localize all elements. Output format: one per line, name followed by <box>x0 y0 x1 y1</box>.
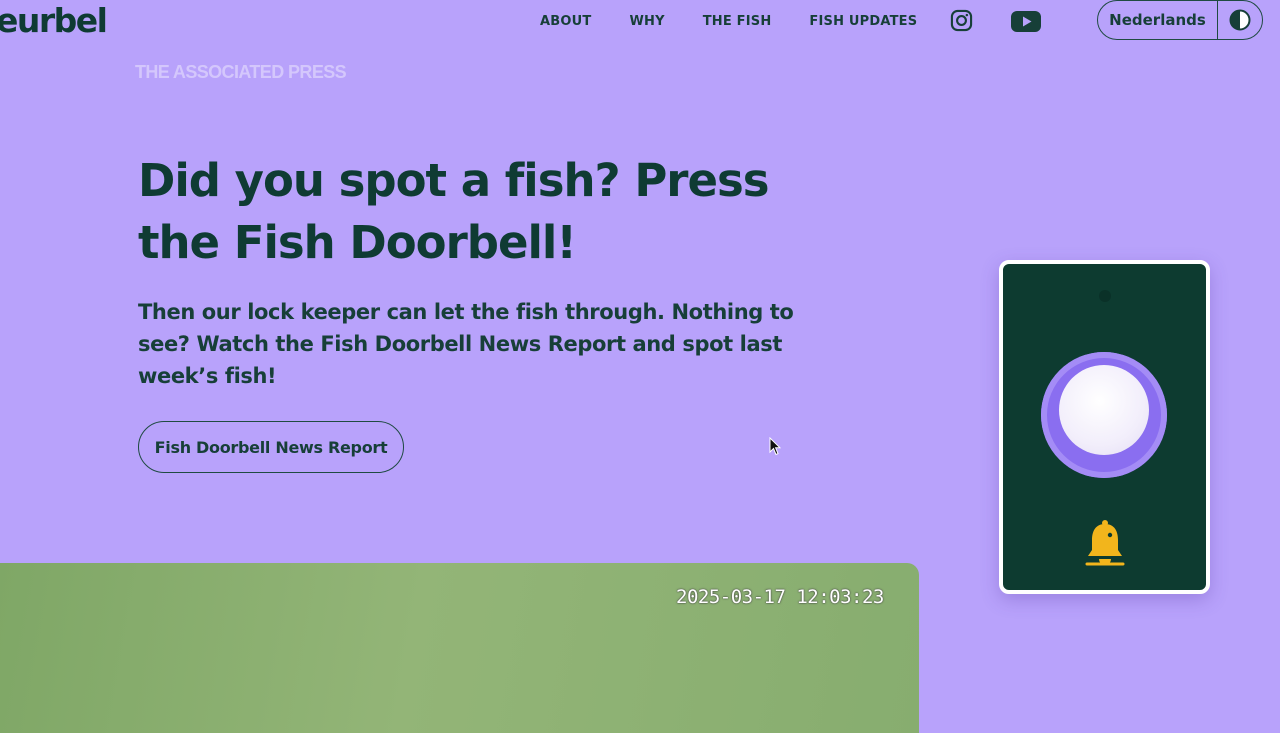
instagram-icon[interactable] <box>950 9 973 32</box>
fish-doorbell-button[interactable] <box>1041 352 1167 478</box>
contrast-icon[interactable] <box>1218 9 1262 31</box>
language-toggle: Nederlands <box>1097 0 1263 40</box>
doorbell-panel <box>999 260 1210 594</box>
nav-why[interactable]: WHY <box>629 14 664 29</box>
hero-subtext: Then our lock keeper can let the fish th… <box>138 300 794 388</box>
site-logo[interactable]: eurbel <box>0 0 108 42</box>
language-button[interactable]: Nederlands <box>1098 1 1218 39</box>
nav-about[interactable]: ABOUT <box>540 14 591 29</box>
main-nav: ABOUT WHY THE FISH FISH UPDATES <box>540 6 917 36</box>
bell-icon <box>1085 520 1125 572</box>
nav-fish-updates[interactable]: FISH UPDATES <box>809 14 917 29</box>
watermark: THE ASSOCIATED PRESS <box>135 62 347 82</box>
page-title: Did you spot a fish? Press the Fish Door… <box>138 154 770 269</box>
news-report-button[interactable]: Fish Doorbell News Report <box>138 421 404 473</box>
doorbell-button-face[interactable] <box>1059 365 1149 455</box>
nav-the-fish[interactable]: THE FISH <box>703 14 772 29</box>
mouse-cursor <box>769 436 782 460</box>
youtube-icon[interactable] <box>1011 11 1041 32</box>
video-timestamp: 2025-03-17 12:03:23 <box>676 586 884 608</box>
camera-dot <box>1099 290 1111 302</box>
